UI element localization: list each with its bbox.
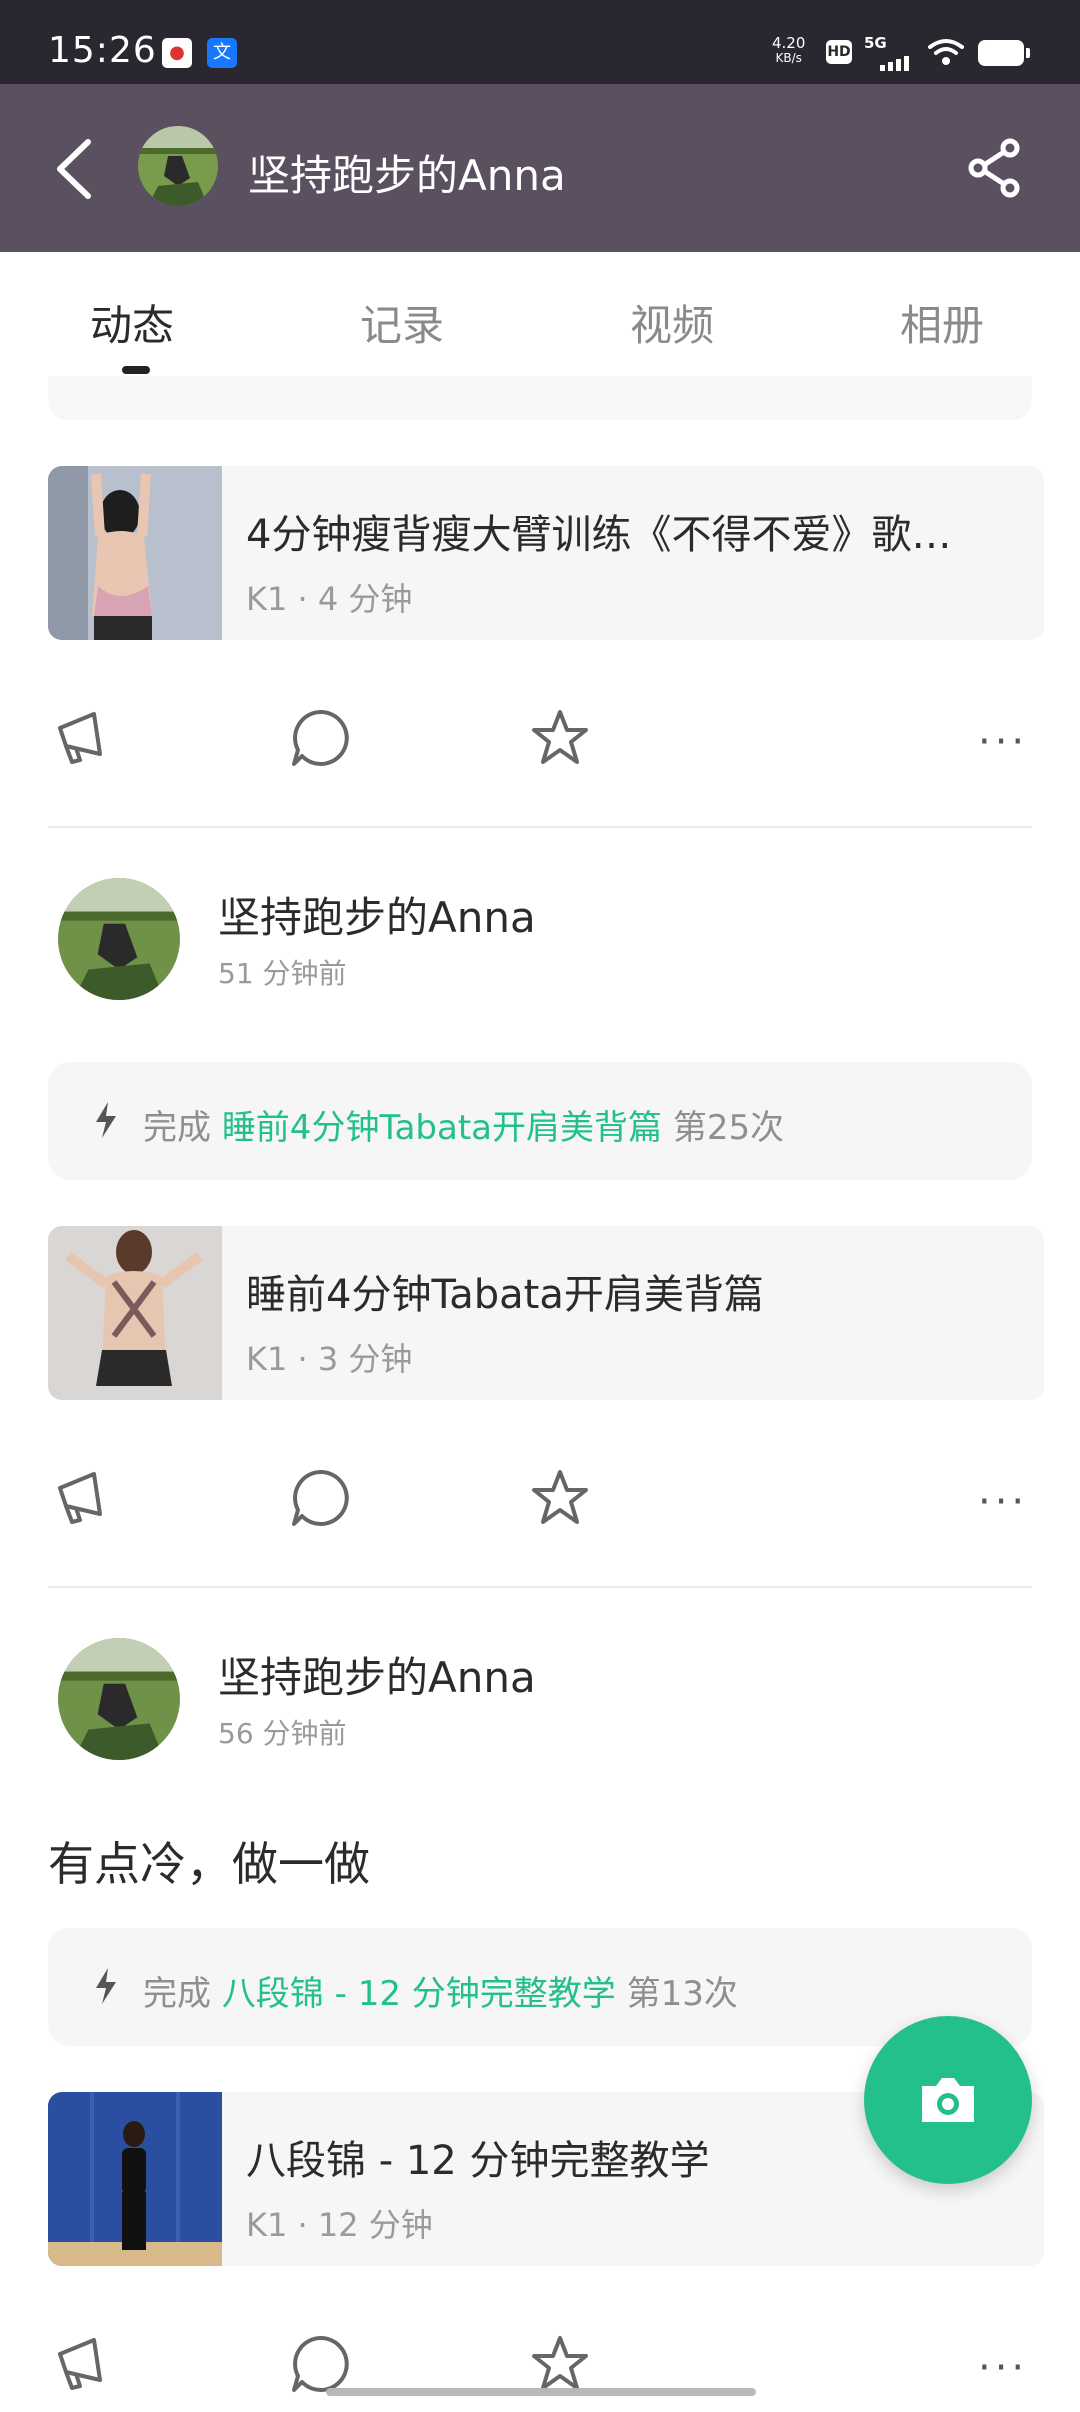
previous-card-edge	[48, 376, 1032, 420]
camera-icon	[922, 2078, 974, 2122]
course-meta: K1 · 12 分钟	[246, 2206, 433, 2244]
completion-bar[interactable]: 完成 睡前4分钟Tabata开肩美背篇 第25次	[48, 1062, 1032, 1180]
course-meta: K1 · 4 分钟	[246, 580, 413, 618]
tab-records[interactable]: 记录	[360, 292, 444, 353]
comment-icon	[292, 1469, 349, 1526]
megaphone-icon	[58, 712, 102, 764]
course-card[interactable]: 4分钟瘦背瘦大臂训练《不得不爱》歌… K1 · 4 分钟	[48, 466, 1044, 640]
megaphone-icon	[58, 2338, 102, 2390]
home-indicator[interactable]	[326, 2388, 756, 2396]
bolt-icon	[96, 1968, 116, 2004]
completion-course-link[interactable]: 睡前4分钟Tabata开肩美背篇	[222, 1108, 662, 1148]
post-time: 56 分钟前	[218, 1717, 347, 1750]
page-title: 坚持跑步的Anna	[248, 151, 566, 200]
net-speed-unit: KB/s	[775, 51, 802, 65]
more-button[interactable]: ···	[978, 2348, 1028, 2388]
completion-bar[interactable]: 完成 八段锦 - 12 分钟完整教学 第13次	[48, 1928, 1032, 2046]
post-actions: ···	[0, 706, 1080, 786]
net-speed-value: 4.20	[772, 34, 806, 52]
hd-icon: HD	[826, 40, 852, 64]
completion-text: 完成 八段锦 - 12 分钟完整教学 第13次	[143, 1966, 738, 2015]
comment-icon	[292, 2335, 349, 2392]
post-actions: ···	[0, 2332, 1080, 2412]
comment-icon	[292, 709, 349, 766]
cheer-button[interactable]	[50, 2332, 114, 2396]
course-card[interactable]: 睡前4分钟Tabata开肩美背篇 K1 · 3 分钟	[48, 1226, 1044, 1400]
completion-prefix: 完成	[143, 1108, 211, 1148]
profile-header: 坚持跑步的Anna	[0, 84, 1080, 252]
network-type: 5G	[864, 34, 887, 52]
course-title: 4分钟瘦背瘦大臂训练《不得不爱》歌…	[246, 512, 952, 558]
more-button[interactable]: ···	[978, 722, 1028, 762]
wifi-icon	[928, 39, 964, 65]
completion-count: 第25次	[672, 1108, 785, 1148]
favorite-button[interactable]	[528, 706, 592, 770]
bolt-icon	[96, 1102, 116, 1138]
favorite-button[interactable]	[528, 1466, 592, 1530]
megaphone-icon	[58, 1472, 102, 1524]
completion-count: 第13次	[626, 1974, 738, 2014]
cheer-button[interactable]	[50, 706, 114, 770]
more-button[interactable]: ···	[978, 1482, 1028, 1522]
post-author[interactable]: 坚持跑步的Anna	[218, 884, 536, 945]
camera-button[interactable]	[864, 2016, 1032, 2184]
back-icon[interactable]	[50, 134, 100, 204]
translate-app-icon: 文	[207, 38, 237, 68]
star-icon	[532, 2336, 588, 2390]
post-actions: ···	[0, 1466, 1080, 1546]
course-thumbnail	[48, 466, 222, 640]
divider	[48, 1586, 1032, 1588]
course-thumbnail	[48, 1226, 222, 1400]
comment-button[interactable]	[288, 1466, 352, 1530]
tab-bar: 动态 记录 视频 相册	[0, 252, 1080, 382]
post-text: 有点冷，做一做	[48, 1837, 370, 1891]
tab-feed[interactable]: 动态	[90, 292, 174, 353]
share-icon[interactable]	[966, 138, 1026, 198]
star-icon	[532, 710, 588, 764]
completion-text: 完成 睡前4分钟Tabata开肩美背篇 第25次	[143, 1100, 784, 1149]
comment-button[interactable]	[288, 2332, 352, 2396]
status-bar: 15:26 ● 文 4.20 KB/s HD 5G	[0, 0, 1080, 84]
network-speed: 4.20 KB/s	[772, 36, 805, 66]
divider	[48, 826, 1032, 828]
tab-videos[interactable]: 视频	[630, 292, 714, 353]
star-icon	[532, 1470, 588, 1524]
post-author[interactable]: 坚持跑步的Anna	[218, 1644, 536, 1705]
completion-course-link[interactable]: 八段锦 - 12 分钟完整教学	[222, 1974, 616, 2014]
status-time: 15:26	[48, 30, 157, 71]
comment-button[interactable]	[288, 706, 352, 770]
cheer-button[interactable]	[50, 1466, 114, 1530]
completion-prefix: 完成	[143, 1974, 211, 2014]
active-tab-indicator	[122, 366, 150, 374]
course-meta: K1 · 3 分钟	[246, 1340, 413, 1378]
signal-icon	[880, 52, 912, 71]
avatar[interactable]	[58, 1638, 180, 1760]
course-title: 睡前4分钟Tabata开肩美背篇	[246, 1272, 764, 1318]
post-time: 51 分钟前	[218, 957, 347, 990]
avatar[interactable]	[58, 878, 180, 1000]
battery-icon	[978, 40, 1030, 66]
avatar[interactable]	[138, 126, 218, 206]
app-notification-icon: ●	[162, 38, 192, 68]
course-thumbnail	[48, 2092, 222, 2266]
tab-album[interactable]: 相册	[900, 292, 984, 353]
favorite-button[interactable]	[528, 2332, 592, 2396]
